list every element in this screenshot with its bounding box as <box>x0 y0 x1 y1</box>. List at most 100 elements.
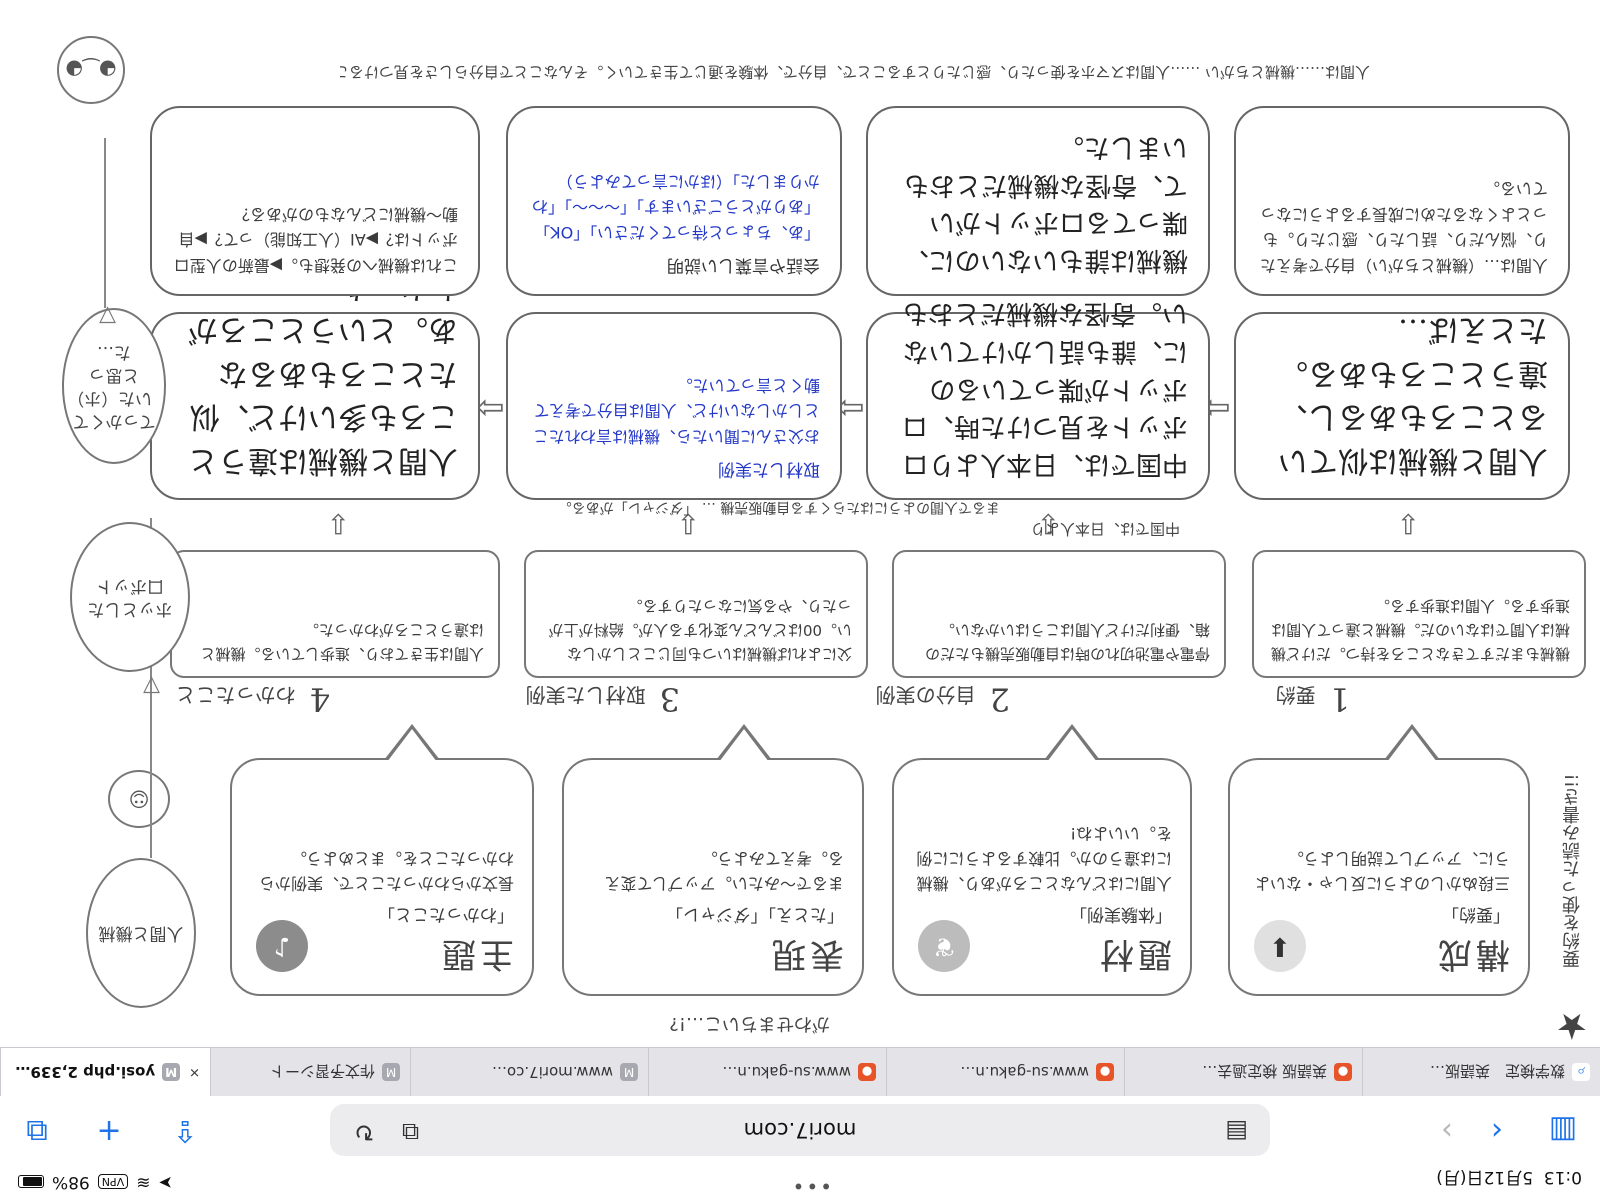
status-bar: 0:13 5月12日(月) ••• ➤ ≋ VPN 98% <box>0 1166 1600 1200</box>
tabs-icon[interactable]: ⧉ <box>14 1108 60 1154</box>
star-icon: ★ <box>1555 1005 1588 1046</box>
box-title: 取材した実例 <box>718 459 820 479</box>
browser-toolbar: ▥ ‹ › ▤ mori7.com ⧉ ↻ ⇪ + ⧉ <box>0 1098 1600 1164</box>
tab-5[interactable]: M www.mori7.co… <box>410 1048 648 1096</box>
bubble-tail <box>716 724 772 760</box>
upper-box-4: これは機械への発想も。▶最新の人型ロボットは？▶AI（人工知能）って？▶自動〜機… <box>150 106 480 296</box>
m-favicon-icon: M <box>620 1063 638 1081</box>
bubble-body: 長文からわかったことで、実例からわかったことを。まとめよう。 <box>259 849 514 893</box>
step-label-2: 2 自分の実例 <box>876 680 1010 718</box>
address-bar[interactable]: ▤ mori7.com ⧉ ↻ <box>330 1104 1270 1156</box>
side-note: 要約を使った読み書き!! <box>1562 773 1583 968</box>
big-box-4: 人間と機械は違うところも多いけど、似たところもあるなあ。というところがわかった。 <box>150 269 480 500</box>
m-favicon-icon: M <box>382 1063 400 1081</box>
close-icon[interactable]: ✕ <box>189 1065 200 1080</box>
oval-2: ホッとした口ボット <box>70 522 190 672</box>
tab-4[interactable]: ● www.su-gaku.n… <box>648 1048 886 1096</box>
status-indicators: ➤ ≋ VPN 98% <box>18 1172 173 1192</box>
tab-2[interactable]: ● 英語版 検定過去… <box>1124 1048 1362 1096</box>
status-time-date: 0:13 5月12日(月) <box>1436 1167 1582 1192</box>
tab-1[interactable]: ⌕ 数学検定 英語版… <box>1362 1048 1600 1096</box>
new-tab-icon[interactable]: + <box>86 1108 132 1154</box>
step-title: 取材した実例 <box>525 683 646 707</box>
url-text[interactable]: mori7.com <box>330 1118 1270 1142</box>
tab-label: 英語版 検定過去… <box>1202 1062 1327 1081</box>
step-title: わかったこと <box>175 683 296 707</box>
battery-percent: 98% <box>52 1172 90 1192</box>
example-box-1: 機械もまだすてきなところを持つ。だけど機械は人間ではないのだ。機械と違って人間は… <box>1252 550 1586 678</box>
step-label-4: 4 わかったこと <box>176 680 330 718</box>
big-box-1: 人間と機械は似ているところもあるし、違うところもある。たとえば… <box>1234 312 1570 500</box>
bubble-expression: 表現 「たとえ」「ダジャレ」 まるで〜みたい。アップして変える。考えてみよう。 <box>562 758 864 996</box>
down-arrow-icon: ▽ <box>99 303 116 328</box>
upper-box-1: 人間は…（機械とちがい）自分で考えたり、悩んだり、話したり、感じたり。もっとよく… <box>1234 106 1570 296</box>
arrow-caption-1: 中国では、日本人より <box>1030 520 1180 538</box>
footer-note: がわせまちいこ…!? <box>669 1013 830 1034</box>
multitasking-dots[interactable]: ••• <box>791 1174 832 1198</box>
essay-worksheet: ★ がわせまちいこ…!? 要約を使った読み書き!! 構成 「要約」 三段ぬかしの… <box>0 0 1600 1048</box>
tab-strip: ⌕ 数学検定 英語版… ● 英語版 検定過去… ● www.su-gaku.n…… <box>0 1047 1600 1096</box>
search-icon: ⌕ <box>1572 1063 1590 1081</box>
tab-label: www.su-gaku.n… <box>722 1063 851 1081</box>
example-box-2: 停電や電池切れの時は自動販売機もただの箱、便利だけど人間はこうはいかない。 <box>892 550 1226 678</box>
sidebar-icon[interactable]: ▥ <box>1540 1108 1586 1154</box>
tab-6[interactable]: M 作文予習シート <box>210 1048 410 1096</box>
tab-label: 数学検定 英語版… <box>1429 1062 1565 1081</box>
su-gaku-favicon-icon: ● <box>858 1063 876 1081</box>
mascot-icon: ◕‿◕ <box>57 36 125 104</box>
extensions-icon[interactable]: ⧉ <box>402 1118 419 1146</box>
down-arrow-icon: ⇩ <box>1396 507 1420 540</box>
music-note-icon: ♪ <box>256 920 308 972</box>
step-number: 2 <box>989 680 1010 718</box>
example-box-3: 父によれば機械はいつも同じことしかしない。00はどんどん変化する人が。給料が上が… <box>524 550 868 678</box>
oval-1: 人間と機械 <box>86 858 196 1008</box>
step-number: 1 <box>1329 680 1350 718</box>
face-icon: ☺ <box>108 770 170 828</box>
bubble-tail <box>1384 724 1440 760</box>
tab-label: www.su-gaku.n… <box>960 1063 1089 1081</box>
bubble-structure: 構成 「要約」 三段ぬかしのように反しゃ・ないように、アップして説明しよう。 ⬇ <box>1228 758 1530 996</box>
wifi-icon: ≋ <box>136 1172 151 1192</box>
oval-3: てっかくていた（ホ）と思った… <box>62 308 166 464</box>
down-arrow-icon: ⇩ <box>326 507 350 540</box>
su-gaku-favicon-icon: ● <box>1096 1063 1114 1081</box>
vpn-badge: VPN <box>97 1174 129 1190</box>
tab-label: www.mori7.co… <box>491 1063 613 1081</box>
box-text: お父さんに聞いたら、機械は言われたことしかしないけど、人間は自分で考えて動くと言… <box>532 375 820 446</box>
bubble-subtitle: 「たとえ」「ダジャレ」 <box>666 904 844 925</box>
tab-7-active[interactable]: ✕ M yosi.php 2,339… <box>0 1048 210 1096</box>
forward-icon[interactable]: › <box>1424 1108 1470 1154</box>
big-box-3: 取材した実例 お父さんに聞いたら、機械は言われたことしかしないけど、人間は自分で… <box>506 312 842 500</box>
bubble-body: まるで〜みたい。アップして変える。考えてみよう。 <box>604 849 844 893</box>
bubble-body: 三段ぬかしのように反しゃ・ないように、アップして説明しよう。 <box>1254 849 1510 893</box>
leaf-icon: ❦ <box>918 920 970 972</box>
location-icon: ➤ <box>158 1172 173 1192</box>
upper-box-3: 会話や言葉しい説明 「あ、ちょっと待ってください」「OK」「ありがとうございます… <box>506 106 842 296</box>
bubble-title: 表現 <box>768 934 844 974</box>
ipad-screen: 0:13 5月12日(月) ••• ➤ ≋ VPN 98% ▥ ‹ › ▤ mo… <box>0 0 1600 1200</box>
step-label-3: 3 取材した実例 <box>526 680 680 718</box>
su-gaku-favicon-icon: ● <box>1334 1063 1352 1081</box>
tab-3[interactable]: ● www.su-gaku.n… <box>886 1048 1124 1096</box>
status-time: 0:13 <box>1543 1167 1582 1187</box>
bubble-tail <box>1044 724 1100 760</box>
step-title: 自分の実例 <box>875 683 976 707</box>
big-box-2: 中国では、日本人よりロボットを見つけた時、ロボットが喋っているのに、誰も話しかけ… <box>866 261 1210 500</box>
step-title: 要約 <box>1275 683 1316 707</box>
share-icon[interactable]: ⇪ <box>162 1108 208 1154</box>
status-date: 5月12日(月) <box>1436 1167 1533 1187</box>
bubble-theme: 主題 「わかったこと」 長文からわかったことで、実例からわかったことを。まとめよ… <box>230 758 534 996</box>
bubble-body: 人間にはどんなところがあり、機械には違うのか。比較するようにに例を。いいよね! <box>916 824 1172 893</box>
down-arrow-icon: ▽ <box>143 673 160 698</box>
tab-label: 作文予習シート <box>269 1062 375 1081</box>
reload-icon[interactable]: ↻ <box>354 1118 374 1146</box>
m-favicon-icon: M <box>162 1063 181 1081</box>
example-box-4: 人間は生きており、進歩している。機械とは違うところがわかった。 <box>170 550 500 678</box>
step-label-1: 1 要約 <box>1276 680 1350 718</box>
tab-label: yosi.php 2,339… <box>15 1063 156 1081</box>
upper-box-2: 機械は誰もいないのに、喋ってるロボットがいて、奇怪な機械だとおもいました。 <box>866 106 1210 296</box>
back-icon[interactable]: ‹ <box>1474 1108 1520 1154</box>
down-arrow-icon: ⬇ <box>1254 920 1306 972</box>
box-text: 「あ、ちょっと待ってください」「OK」「ありがとうございます」「〜〜〜」「わかり… <box>531 171 820 242</box>
box-title: 会話や言葉しい説明 <box>667 255 820 275</box>
